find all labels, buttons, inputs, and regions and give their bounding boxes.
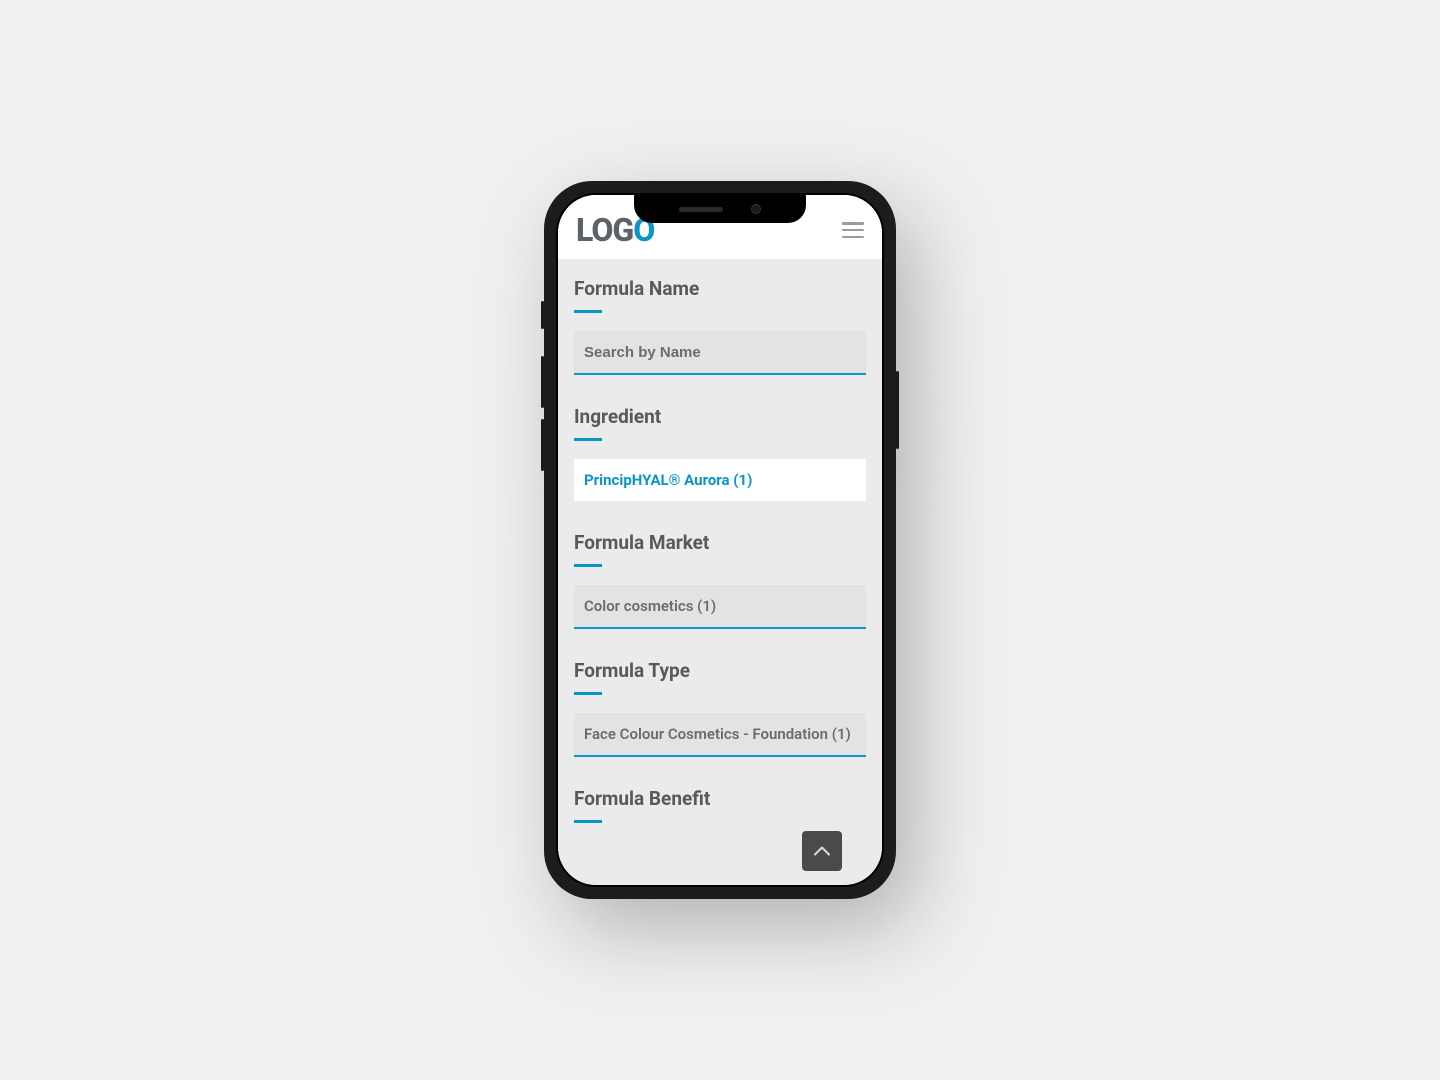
- section-formula-type: Formula Type Face Colour Cosmetics - Fou…: [574, 659, 866, 757]
- phone-volume-up: [541, 356, 544, 408]
- section-title: Formula Name: [574, 277, 866, 300]
- chevron-up-icon: [814, 846, 830, 856]
- phone-speaker: [679, 207, 723, 212]
- title-underline: [574, 820, 602, 823]
- scroll-to-top-button[interactable]: [802, 831, 842, 871]
- phone-power-button: [896, 371, 899, 449]
- phone-silent-switch: [541, 301, 544, 329]
- phone-notch: [634, 195, 806, 223]
- section-title: Formula Benefit: [574, 787, 866, 810]
- title-underline: [574, 692, 602, 695]
- section-formula-benefit: Formula Benefit: [574, 787, 866, 823]
- section-formula-name: Formula Name: [574, 277, 866, 375]
- search-name-field[interactable]: [574, 331, 866, 375]
- section-ingredient: Ingredient PrincipHYAL® Aurora (1): [574, 405, 866, 501]
- phone-frame: LOGO Formula Name Ingr: [544, 181, 896, 899]
- phone-volume-down: [541, 419, 544, 471]
- formula-type-item[interactable]: Face Colour Cosmetics - Foundation (1): [574, 713, 866, 757]
- formula-type-value: Face Colour Cosmetics - Foundation (1): [584, 725, 851, 743]
- section-title: Ingredient: [574, 405, 866, 428]
- ingredient-value: PrincipHYAL® Aurora (1): [584, 471, 752, 489]
- phone-camera: [751, 204, 761, 214]
- formula-market-item[interactable]: Color cosmetics (1): [574, 585, 866, 629]
- title-underline: [574, 310, 602, 313]
- section-formula-market: Formula Market Color cosmetics (1): [574, 531, 866, 629]
- section-title: Formula Type: [574, 659, 866, 682]
- ingredient-selected-item[interactable]: PrincipHYAL® Aurora (1): [574, 459, 866, 501]
- title-underline: [574, 564, 602, 567]
- section-title: Formula Market: [574, 531, 866, 554]
- formula-market-value: Color cosmetics (1): [584, 597, 716, 615]
- menu-icon[interactable]: [842, 222, 864, 238]
- title-underline: [574, 438, 602, 441]
- logo-text-dark: LOG: [576, 211, 633, 249]
- search-name-input[interactable]: [584, 344, 856, 361]
- filter-panel: Formula Name Ingredient PrincipHYAL® Aur…: [558, 259, 882, 885]
- phone-screen: LOGO Formula Name Ingr: [558, 195, 882, 885]
